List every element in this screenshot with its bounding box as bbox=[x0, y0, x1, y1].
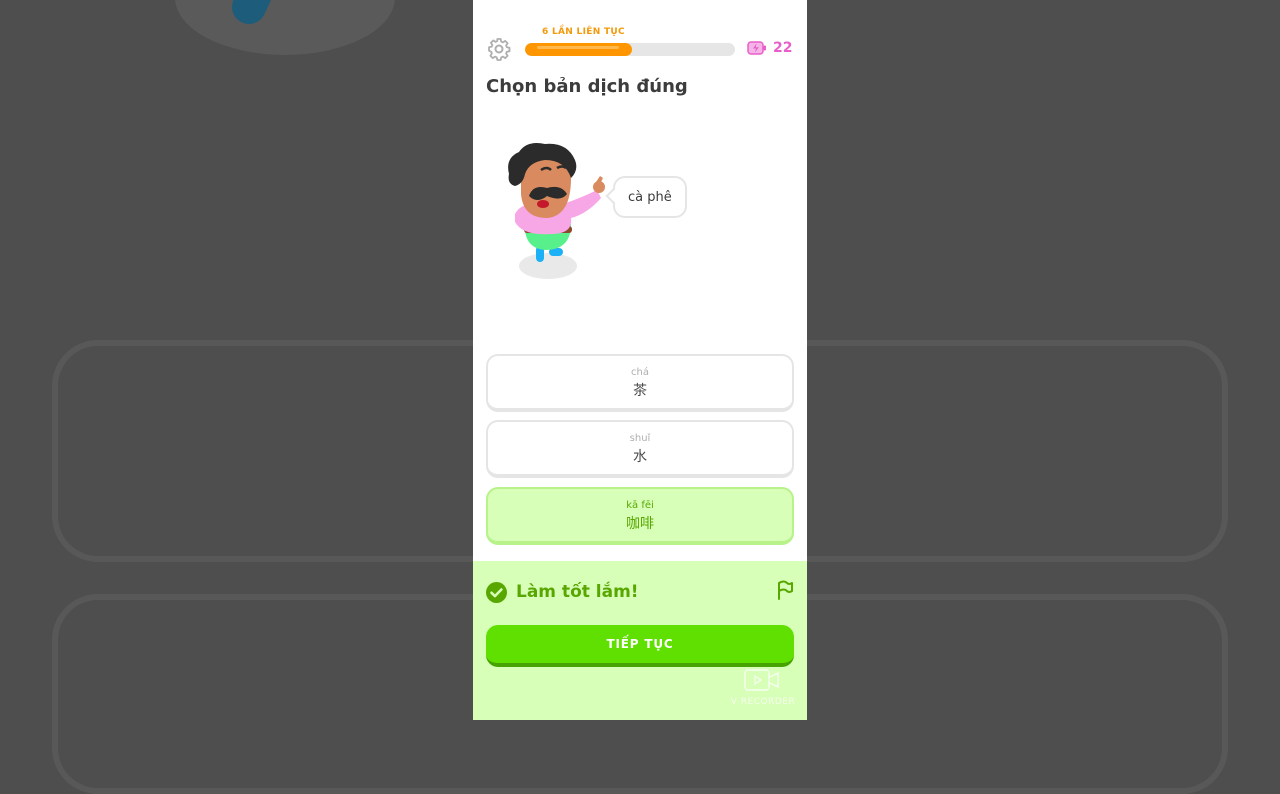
option-hanzi: 茶 bbox=[633, 383, 647, 399]
answer-option[interactable]: chá 茶 bbox=[486, 354, 794, 412]
streak-label: 6 LẦN LIÊN TỤC bbox=[542, 27, 625, 37]
gear-icon[interactable] bbox=[487, 37, 511, 61]
option-pinyin: shuǐ bbox=[629, 433, 651, 444]
character-illustration bbox=[508, 143, 605, 279]
flag-icon[interactable] bbox=[776, 580, 794, 600]
option-pinyin: chá bbox=[631, 367, 649, 378]
lesson-screen: 6 LẦN LIÊN TỤC 22 Chọn bản dịch đúng cà … bbox=[473, 0, 807, 720]
watermark-text: V RECORDER bbox=[730, 697, 796, 707]
energy-counter[interactable]: 22 bbox=[747, 40, 792, 56]
speech-bubble-text: cà phê bbox=[628, 189, 672, 205]
exercise-title: Chọn bản dịch đúng bbox=[486, 76, 688, 97]
feedback-message: Làm tốt lắm! bbox=[516, 582, 639, 602]
energy-count: 22 bbox=[773, 40, 793, 56]
answer-option-selected[interactable]: kā fēi 咖啡 bbox=[486, 487, 794, 545]
background-blob bbox=[175, 0, 395, 55]
progress-fill bbox=[525, 43, 633, 56]
progress-shine bbox=[537, 46, 619, 49]
feedback-panel: Làm tốt lắm! TIẾP TỤC V RECORDER bbox=[473, 561, 807, 720]
lesson-progress-bar bbox=[525, 43, 735, 56]
video-camera-icon bbox=[744, 669, 779, 691]
continue-button[interactable]: TIẾP TỤC bbox=[486, 625, 794, 667]
option-hanzi: 咖啡 bbox=[626, 516, 654, 532]
recorder-watermark: V RECORDER bbox=[723, 669, 803, 707]
answer-option[interactable]: shuǐ 水 bbox=[486, 420, 794, 478]
option-pinyin: kā fēi bbox=[626, 500, 654, 511]
option-hanzi: 水 bbox=[633, 449, 647, 465]
speech-bubble[interactable]: cà phê bbox=[605, 176, 687, 218]
check-circle-icon bbox=[486, 582, 507, 603]
battery-bolt-icon bbox=[747, 41, 766, 55]
